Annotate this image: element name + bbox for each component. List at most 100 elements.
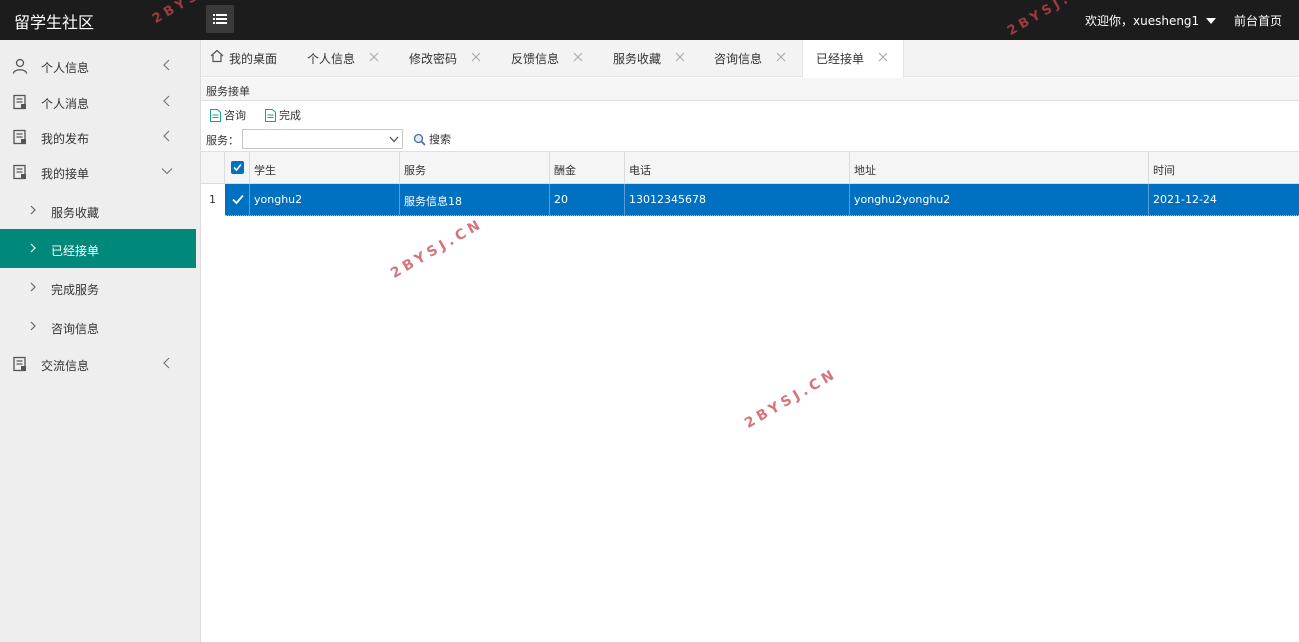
chevron-right-icon <box>30 243 36 253</box>
column-header-time[interactable]: 时间 <box>1149 152 1299 183</box>
chevron-left-icon <box>163 95 170 107</box>
chevron-left-icon <box>163 59 170 71</box>
chevron-left-icon <box>163 130 170 142</box>
panel-title: 服务接单 <box>206 85 250 98</box>
checkbox-checked-icon[interactable] <box>231 161 244 174</box>
user-icon <box>12 58 28 74</box>
column-header-address[interactable]: 地址 <box>850 152 1149 183</box>
consult-button[interactable]: 咨询 <box>210 107 246 123</box>
chevron-right-icon <box>30 321 36 331</box>
app-title: 留学生社区 <box>14 13 95 32</box>
sidebar-subitem-label: 已经接单 <box>51 244 100 258</box>
tab-feedback[interactable]: 反馈信息 <box>500 40 602 77</box>
cell-student: yonghu2 <box>250 184 400 215</box>
close-icon[interactable] <box>675 52 685 62</box>
cell-phone: 13012345678 <box>625 184 850 215</box>
tab-bar: 我的桌面 个人信息 修改密码 反馈信息 服务收藏 咨询信息 已经接单 <box>201 40 1299 78</box>
selected-row[interactable]: yonghu2 服务信息18 20 13012345678 yonghu2yon… <box>225 184 1299 216</box>
sidebar-item-label: 个人消息 <box>41 97 90 111</box>
sidebar-subitem-label: 咨询信息 <box>51 322 100 336</box>
complete-button-label: 完成 <box>279 109 301 122</box>
close-icon[interactable] <box>369 52 379 62</box>
document-icon <box>13 129 26 145</box>
sidebar-item-personal-messages[interactable]: 个人消息 <box>0 84 196 120</box>
tab-my-desktop[interactable]: 我的桌面 <box>201 40 296 77</box>
column-header-phone[interactable]: 电话 <box>625 152 850 183</box>
sidebar-subitem-label: 完成服务 <box>51 283 100 297</box>
check-icon[interactable] <box>232 194 244 205</box>
grid-header: 学生 服务 酬金 电话 地址 时间 <box>201 151 1299 184</box>
consult-button-label: 咨询 <box>224 109 246 122</box>
sidebar-item-label: 个人信息 <box>41 61 90 75</box>
rownum-header <box>201 152 225 183</box>
front-page-link[interactable]: 前台首页 <box>1234 12 1282 29</box>
chevron-down-icon <box>389 136 399 143</box>
column-header-student[interactable]: 学生 <box>250 152 400 183</box>
sidebar: 个人信息 个人消息 我的发布 我的接单 服务收藏 已经接单 完成服务 咨询信息 … <box>0 40 201 642</box>
cell-time: 2021-12-24 <box>1153 193 1217 206</box>
cell-service: 服务信息18 <box>400 184 550 215</box>
menu-toggle-button[interactable] <box>206 5 234 33</box>
select-all-cell[interactable] <box>225 152 250 183</box>
document-icon <box>13 94 26 110</box>
column-header-reward[interactable]: 酬金 <box>550 152 625 183</box>
sidebar-item-label: 交流信息 <box>41 359 90 373</box>
cell-reward: 20 <box>550 184 625 215</box>
chevron-down-icon <box>161 168 173 175</box>
close-icon[interactable] <box>776 52 786 62</box>
user-menu[interactable]: 欢迎你，xuesheng1 <box>1085 12 1217 29</box>
tab-service-favorites[interactable]: 服务收藏 <box>602 40 704 77</box>
hamburger-icon <box>213 14 227 24</box>
sidebar-subitem-completed-services[interactable]: 完成服务 <box>0 268 196 307</box>
close-icon[interactable] <box>573 52 583 62</box>
sidebar-item-label: 我的接单 <box>41 167 90 181</box>
sidebar-subitem-accepted-orders[interactable]: 已经接单 <box>0 229 196 268</box>
search-button[interactable]: 搜索 <box>413 131 451 147</box>
document-icon <box>13 164 26 180</box>
chevron-left-icon <box>163 357 170 369</box>
tab-label: 已经接单 <box>816 52 865 66</box>
row-number: 1 <box>201 184 225 216</box>
tab-personal-info[interactable]: 个人信息 <box>296 40 398 77</box>
document-icon <box>210 108 221 122</box>
document-icon <box>265 108 276 122</box>
sidebar-item-personal-info[interactable]: 个人信息 <box>0 48 196 84</box>
table-row[interactable]: 1 yonghu2 服务信息18 20 13012345678 yonghu2y… <box>201 184 1299 216</box>
sidebar-item-label: 我的发布 <box>41 132 90 146</box>
sidebar-item-my-orders[interactable]: 我的接单 <box>0 154 196 190</box>
tab-label: 我的桌面 <box>229 52 278 66</box>
sidebar-subitem-label: 服务收藏 <box>51 206 100 220</box>
complete-button[interactable]: 完成 <box>265 107 301 123</box>
tab-label: 服务收藏 <box>613 52 662 66</box>
sidebar-item-my-posts[interactable]: 我的发布 <box>0 119 196 155</box>
watermark: 2BYSJ.CN <box>388 215 487 282</box>
close-icon[interactable] <box>878 52 888 62</box>
cell-address: yonghu2yonghu2 <box>850 184 1149 215</box>
column-header-service[interactable]: 服务 <box>400 152 550 183</box>
document-icon <box>13 356 26 372</box>
row-checkbox-cell[interactable] <box>225 184 250 215</box>
sidebar-subitem-consult-info[interactable]: 咨询信息 <box>0 307 196 346</box>
sidebar-item-exchange-info[interactable]: 交流信息 <box>0 346 196 382</box>
chevron-right-icon <box>30 282 36 292</box>
tab-consult-info[interactable]: 咨询信息 <box>704 40 802 77</box>
close-icon[interactable] <box>471 52 481 62</box>
panel-header: 服务接单 <box>201 78 1299 101</box>
tab-label: 个人信息 <box>307 52 356 66</box>
chevron-right-icon <box>30 205 36 215</box>
search-icon <box>413 133 426 146</box>
service-filter-label: 服务： <box>206 134 239 147</box>
caret-down-icon <box>1206 17 1217 24</box>
tab-label: 修改密码 <box>409 52 458 66</box>
sidebar-subitem-service-favorites[interactable]: 服务收藏 <box>0 191 196 230</box>
tab-label: 反馈信息 <box>511 52 560 66</box>
home-icon <box>210 49 224 63</box>
top-header: 留学生社区 欢迎你，xuesheng1 前台首页 <box>0 0 1299 40</box>
tab-accepted-orders[interactable]: 已经接单 <box>802 40 904 78</box>
watermark: 2BYSJ.CN <box>742 365 841 432</box>
tab-change-password[interactable]: 修改密码 <box>398 40 500 77</box>
service-filter-select[interactable] <box>242 129 403 149</box>
tab-label: 咨询信息 <box>714 52 763 66</box>
user-greeting: 欢迎你，xuesheng1 <box>1085 14 1200 28</box>
search-button-label: 搜索 <box>429 133 451 146</box>
